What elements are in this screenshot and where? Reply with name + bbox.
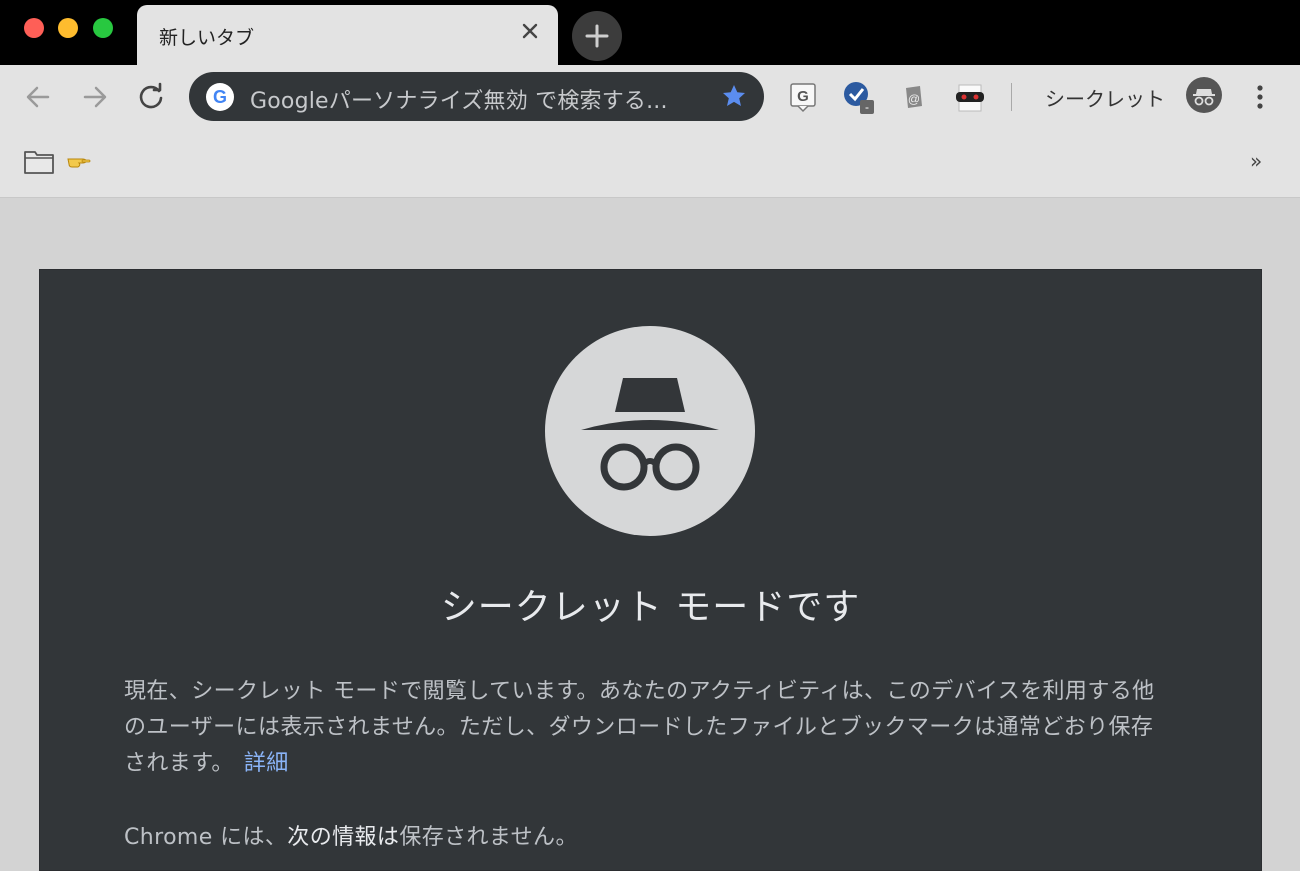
- back-button[interactable]: [20, 79, 56, 115]
- new-tab-button[interactable]: [572, 11, 622, 61]
- svg-text:G: G: [213, 87, 227, 107]
- google-logo-icon: G: [206, 83, 234, 111]
- forward-arrow-icon: [83, 86, 107, 108]
- tab-new-tab[interactable]: 新しいタブ: [137, 5, 558, 65]
- reload-button[interactable]: [133, 79, 169, 115]
- page-title: シークレット モードです: [440, 587, 861, 628]
- incognito-description: 現在、シークレット モードで閲覧しています。あなたのアクティビティは、このデバイ…: [124, 674, 1174, 782]
- maximize-window-button[interactable]: [93, 18, 113, 38]
- google-extension-icon[interactable]: G: [786, 78, 820, 114]
- masked-extension-icon[interactable]: [952, 78, 986, 114]
- forward-button[interactable]: [77, 79, 113, 115]
- bookmark-folder-icon[interactable]: [23, 149, 55, 179]
- toolbar: G Googleパーソナライズ無効 で検索する... G - @ シークレット: [0, 65, 1300, 129]
- incognito-spy-icon: [545, 326, 755, 536]
- bookmarks-bar: »: [0, 129, 1300, 198]
- not-saved-emphasis: 次の情報は: [287, 825, 400, 850]
- plus-icon: [585, 24, 609, 48]
- at-sign-extension-icon[interactable]: @: [897, 78, 931, 114]
- not-saved-prefix: Chrome には、: [124, 825, 288, 850]
- tab-title: 新しいタブ: [159, 27, 255, 49]
- address-bar[interactable]: G Googleパーソナライズ無効 で検索する...: [189, 72, 764, 121]
- checkmark-extension-icon[interactable]: -: [840, 78, 874, 114]
- minimize-window-button[interactable]: [58, 18, 78, 38]
- not-saved-heading: Chrome には、次の情報は保存されません。: [124, 820, 1174, 856]
- incognito-label[interactable]: シークレット: [1045, 83, 1165, 112]
- learn-more-link[interactable]: 詳細: [244, 751, 289, 776]
- close-window-button[interactable]: [24, 18, 44, 38]
- reload-icon: [139, 82, 163, 109]
- svg-text:@: @: [908, 92, 920, 106]
- svg-text:-: -: [865, 100, 869, 114]
- title-bar: 新しいタブ: [0, 0, 1300, 65]
- bookmark-star-icon[interactable]: [720, 82, 748, 110]
- not-saved-suffix: 保存されません。: [399, 825, 578, 850]
- tab-close-icon[interactable]: [516, 17, 544, 45]
- pointing-hand-icon[interactable]: [66, 151, 92, 175]
- incognito-avatar-icon[interactable]: [1186, 77, 1222, 113]
- menu-kebab-icon[interactable]: [1248, 79, 1272, 115]
- back-arrow-icon: [26, 86, 50, 108]
- incognito-page: シークレット モードです 現在、シークレット モードで閲覧しています。あなたのア…: [39, 269, 1262, 871]
- toolbar-divider: [1011, 83, 1012, 111]
- address-bar-text: Googleパーソナライズ無効 で検索する...: [250, 89, 668, 114]
- svg-text:G: G: [797, 88, 809, 105]
- bookmarks-overflow-button[interactable]: »: [1250, 149, 1262, 173]
